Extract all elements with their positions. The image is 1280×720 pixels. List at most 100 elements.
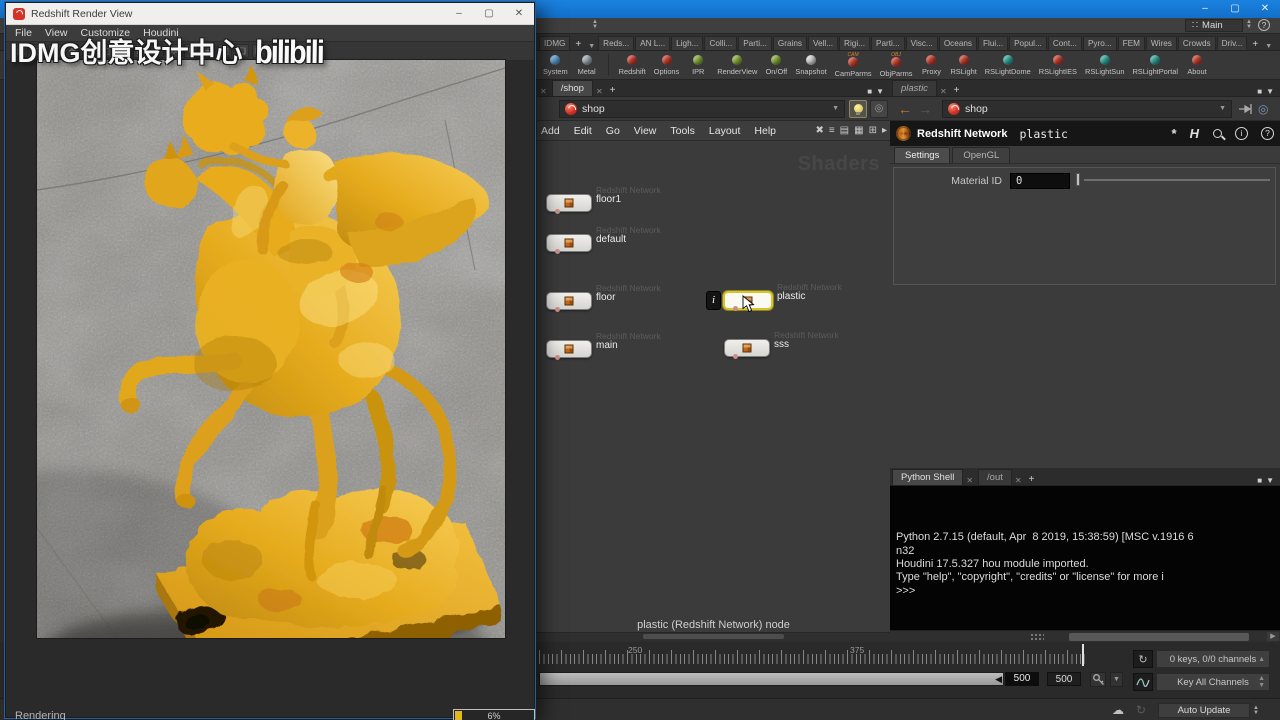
close-button[interactable]: ✕ xyxy=(504,5,534,23)
shelf-tab[interactable]: Parti... xyxy=(738,36,772,50)
file-icon[interactable]: ▥ xyxy=(218,44,232,58)
shelf-tab[interactable]: Flui... xyxy=(978,36,1009,50)
render-icon[interactable]: ▣ xyxy=(14,44,28,58)
tab-settings[interactable]: Settings xyxy=(894,147,951,163)
menu-item[interactable]: Help xyxy=(754,125,776,137)
shelf-tab[interactable]: Parti... xyxy=(870,36,905,50)
param-path-field[interactable]: shop ▼ xyxy=(942,99,1232,118)
console-hscrollbar[interactable]: ▶ xyxy=(890,630,1280,642)
shelf-tool-rslightportal[interactable]: RSLightPortal xyxy=(1128,53,1182,78)
shelf-tab[interactable]: Oceans xyxy=(938,36,978,50)
pane-maximize-icon[interactable]: ■ xyxy=(1257,87,1262,96)
refresh-icon[interactable]: ↻ xyxy=(184,44,198,58)
pane-maximize-icon[interactable]: ■ xyxy=(1257,476,1262,485)
network-canvas[interactable]: Shaders Redshift Network floor1 Redshift … xyxy=(537,141,890,617)
shelf-tool-onoff[interactable]: On/Off xyxy=(761,53,791,78)
add-shelf-icon[interactable]: + xyxy=(1248,39,1262,50)
menu-item[interactable]: View xyxy=(45,27,68,39)
copy-icon[interactable]: ❏ xyxy=(235,44,249,58)
chevron-down-icon[interactable]: ▼ xyxy=(1266,476,1274,485)
pane-tab-shop[interactable]: /shop xyxy=(551,80,593,96)
shelf-tab-idmg[interactable]: IDMG xyxy=(539,36,571,50)
snapshot-icon[interactable]: ◎ xyxy=(48,44,62,58)
chevron-down-icon[interactable]: ▼ xyxy=(1266,87,1274,96)
link-ring-icon[interactable]: ◎ xyxy=(1258,102,1268,116)
shelf-tool-redshift[interactable]: Redshift xyxy=(615,53,650,78)
help-icon[interactable]: ? xyxy=(1261,127,1274,140)
render-view-titlebar[interactable]: Redshift Render View – ▢ ✕ xyxy=(6,3,534,25)
spinner-icon[interactable]: ▲ ▼ xyxy=(1253,705,1259,716)
pane-tab-plastic[interactable]: plastic xyxy=(892,80,937,96)
shelf-tool-rslighties[interactable]: RSLightIES xyxy=(1035,53,1081,78)
chevron-down-icon[interactable]: ▼ xyxy=(585,43,598,50)
menu-item[interactable]: Houdini xyxy=(143,27,179,39)
node-default[interactable] xyxy=(546,234,592,254)
shelf-tool-system[interactable]: System xyxy=(539,54,572,76)
toolbar-icon[interactable]: ≡ xyxy=(829,125,835,136)
lightbulb-icon[interactable] xyxy=(849,99,867,118)
desktop-selector[interactable]: ∷ Main xyxy=(1185,19,1243,32)
shelf-tool-metal[interactable]: Metal xyxy=(572,54,602,76)
chevron-down-icon[interactable]: ▼ xyxy=(1219,105,1226,112)
shelf-tab[interactable]: Popul... xyxy=(1009,36,1047,50)
network-path-field[interactable]: shop ▼ xyxy=(559,99,845,118)
scrollbar-thumb[interactable] xyxy=(1069,632,1249,641)
arrow-right-icon[interactable]: ▸ xyxy=(882,125,887,136)
shelf-tab[interactable]: Wires xyxy=(1145,36,1177,50)
toolbar-icon[interactable]: ✖ xyxy=(815,125,823,136)
tab-opengl[interactable]: OpenGL xyxy=(952,147,1011,163)
snowflake-icon[interactable]: ✻ xyxy=(167,44,181,58)
toolbar-icon[interactable]: ▤ xyxy=(840,125,849,136)
shelf-tool-renderview[interactable]: RenderView xyxy=(713,53,761,78)
menu-item[interactable]: Edit xyxy=(574,125,592,137)
node-name-field[interactable]: plastic xyxy=(1019,127,1158,141)
chevron-down-icon[interactable]: ▼ xyxy=(876,87,884,96)
shelf-tab[interactable]: Cont... xyxy=(1047,36,1082,50)
add-tab-icon[interactable]: + xyxy=(1025,474,1039,485)
houdini-badge-icon[interactable]: H xyxy=(1190,126,1199,141)
add-shelf-icon[interactable]: + xyxy=(571,39,585,50)
shelf-tool-about[interactable]: About xyxy=(1182,53,1212,78)
pan-icon[interactable]: ✥ xyxy=(65,44,79,58)
menu-item[interactable]: Tools xyxy=(670,125,695,137)
spinner-icon[interactable]: ▲ ▼ xyxy=(1246,19,1252,30)
material-id-field[interactable]: 0 xyxy=(1010,173,1070,189)
shelf-tool-options[interactable]: Options xyxy=(650,53,683,78)
shelf-tool-rslightsun[interactable]: RSLightSun xyxy=(1081,53,1128,78)
shelf-tab[interactable]: Vell... xyxy=(808,36,839,50)
shelf-tool-rslight[interactable]: RSLight xyxy=(946,53,980,78)
python-console[interactable]: Python 2.7.15 (default, Apr 8 2019, 15:3… xyxy=(890,486,1280,630)
minimize-button[interactable]: – xyxy=(444,5,474,23)
key-icon[interactable] xyxy=(1090,672,1106,687)
playhead[interactable] xyxy=(1082,644,1084,666)
shelf-tool-camparms[interactable]: CAM CamParms xyxy=(831,52,876,78)
forward-icon[interactable]: → xyxy=(918,101,932,117)
shelf-tool-rslightdome[interactable]: RSLightDome xyxy=(981,53,1035,78)
frame-slider[interactable]: ◀ xyxy=(539,672,1004,686)
chevron-down-icon[interactable]: ▼ xyxy=(1262,43,1275,50)
target-icon[interactable]: ◉ xyxy=(201,44,215,58)
back-icon[interactable]: ← xyxy=(898,101,912,117)
shelf-tool-snapshot[interactable]: Snapshot xyxy=(791,53,830,78)
close-icon[interactable]: ✕ xyxy=(1012,476,1025,485)
settings-icon[interactable]: ✱ xyxy=(269,44,283,58)
pin-icon[interactable] xyxy=(1238,103,1254,115)
auto-update-button[interactable]: Auto Update xyxy=(1158,703,1250,718)
ab-compare-icon[interactable]: ◫ xyxy=(31,44,45,58)
ladder-handle[interactable] xyxy=(1076,173,1080,186)
chevron-down-icon[interactable]: ▼ xyxy=(832,105,839,112)
maximize-button[interactable]: ▢ xyxy=(1220,0,1250,18)
lock-icon[interactable]: ⊓ xyxy=(133,44,147,58)
snapshot-ring-icon[interactable]: ◎ xyxy=(870,99,888,118)
shelf-tool-ipr[interactable]: IPR xyxy=(683,53,713,78)
network-hscrollbar[interactable] xyxy=(537,632,890,640)
close-icon[interactable]: ✕ xyxy=(593,87,606,96)
key-mode-dropdown[interactable]: Key All Channels ▲ ▼ xyxy=(1156,673,1270,691)
add-tab-icon[interactable]: + xyxy=(950,85,964,96)
tab-out[interactable]: /out xyxy=(978,469,1012,485)
maximize-button[interactable]: ▢ xyxy=(474,5,504,23)
refresh-icon[interactable]: ↻ xyxy=(1136,703,1146,717)
current-frame-box[interactable]: 500 xyxy=(1005,672,1039,686)
node-main[interactable] xyxy=(546,340,592,360)
shelf-tab[interactable]: AN L... xyxy=(635,36,671,50)
